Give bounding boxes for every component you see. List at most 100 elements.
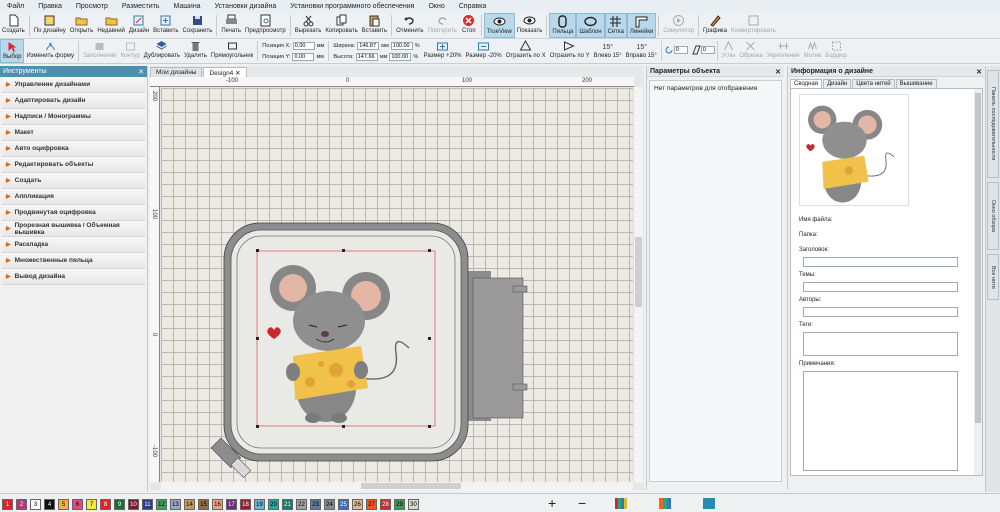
tab-design[interactable]: Дизайн: [823, 79, 852, 88]
tab-summary[interactable]: Сводная: [790, 79, 823, 88]
rectangle-button[interactable]: Прямоугольник: [209, 39, 255, 63]
thread-color-swatch[interactable]: 20: [268, 499, 279, 510]
thread-chart-icon[interactable]: [615, 498, 627, 509]
menu-item[interactable]: Правка: [31, 3, 69, 10]
topics-field[interactable]: [803, 282, 958, 292]
thread-color-swatch[interactable]: 23: [310, 499, 321, 510]
tab-thread-colors[interactable]: Цвета нитей: [852, 79, 895, 88]
simulator-button[interactable]: Симулятор: [661, 13, 696, 38]
scale-h-input[interactable]: [389, 53, 412, 61]
menu-item[interactable]: Установки дизайна: [208, 3, 284, 10]
rotation-input[interactable]: [673, 46, 688, 54]
grid-button[interactable]: Сетка: [604, 13, 627, 38]
mirror-y-button[interactable]: Отразить по Y: [548, 39, 592, 63]
reshape-button[interactable]: Изменить форму: [24, 39, 76, 63]
tab-sequence-panel[interactable]: Панель последовательности: [987, 70, 999, 178]
thread-color-swatch[interactable]: 5: [58, 499, 69, 510]
rotate-left-button[interactable]: 15° Влево 15°: [592, 39, 624, 63]
design-grid[interactable]: [161, 88, 633, 483]
thread-color-swatch[interactable]: 25: [338, 499, 349, 510]
size-down-button[interactable]: Размер -20%: [463, 39, 503, 63]
thread-spool-icon[interactable]: [703, 498, 715, 509]
tools-category-item[interactable]: ▶ Множественные пяльца: [2, 253, 145, 269]
minus-icon[interactable]: −: [578, 495, 586, 511]
height-input[interactable]: [355, 53, 378, 61]
tools-category-item[interactable]: ▶ Адаптировать дизайн: [2, 93, 145, 109]
tools-category-item[interactable]: ▶ Макет: [2, 125, 145, 141]
redo-button[interactable]: Повторить: [426, 13, 459, 38]
tools-category-item[interactable]: ▶ Раскладка: [2, 237, 145, 253]
thread-color-swatch[interactable]: 17: [226, 499, 237, 510]
width-input[interactable]: [357, 42, 380, 50]
menu-item[interactable]: Машина: [166, 3, 207, 10]
menu-item[interactable]: Окно: [421, 3, 451, 10]
title-field[interactable]: [803, 257, 958, 267]
new-file-button[interactable]: Создать: [0, 13, 27, 38]
delete-button[interactable]: Удалить: [182, 39, 209, 63]
tools-category-item[interactable]: ▶ Управление дизайнами: [2, 77, 145, 93]
tab-embroidery[interactable]: Вышивание: [895, 79, 937, 88]
tools-category-item[interactable]: ▶ Вывод дизайна: [2, 269, 145, 285]
size-up-button[interactable]: Размер +20%: [422, 39, 464, 63]
thread-color-swatch[interactable]: 19: [254, 499, 265, 510]
thread-color-swatch[interactable]: 16: [212, 499, 223, 510]
pos-y-input[interactable]: [292, 53, 315, 61]
tools-category-item[interactable]: ▶ Редактировать объекты: [2, 157, 145, 173]
print-button[interactable]: Печать: [219, 13, 243, 38]
scroll-thumb[interactable]: [361, 483, 461, 489]
cut-button[interactable]: Вырезать: [293, 13, 324, 38]
reinforce-button[interactable]: Укрепление: [765, 39, 802, 63]
save-button[interactable]: Сохранить: [181, 13, 215, 38]
thread-color-swatch[interactable]: 2: [16, 499, 27, 510]
convert-button[interactable]: Конвертировать: [729, 13, 778, 38]
thread-color-swatch[interactable]: 15: [198, 499, 209, 510]
info-scrollbar[interactable]: [974, 89, 982, 475]
menu-item[interactable]: Просмотр: [69, 3, 115, 10]
outline-button[interactable]: Контур: [119, 39, 142, 63]
tools-category-item[interactable]: ▶ Продвинутая оцифровка: [2, 205, 145, 221]
slant-input[interactable]: [700, 46, 715, 54]
menu-item[interactable]: Справка: [452, 3, 493, 10]
scroll-thumb[interactable]: [635, 237, 642, 307]
rotate-right-button[interactable]: 15° Вправо 15°: [624, 39, 659, 63]
tags-field[interactable]: [803, 332, 958, 356]
recent-folder-button[interactable]: Недавний: [95, 13, 127, 38]
design-button[interactable]: Дизайн: [127, 13, 151, 38]
select-tool-button[interactable]: Выбор: [0, 39, 25, 63]
pos-x-input[interactable]: [292, 42, 315, 50]
tab-design4[interactable]: Design4 ✕: [203, 67, 247, 77]
plus-icon[interactable]: +: [548, 495, 556, 511]
stop-button[interactable]: Стоп: [459, 13, 479, 38]
copy-button[interactable]: Копировать: [323, 13, 359, 38]
thread-color-swatch[interactable]: 28: [380, 499, 391, 510]
template-hoop-button[interactable]: Шаблон: [576, 13, 605, 38]
rulers-button[interactable]: Линейки: [626, 13, 657, 38]
thread-color-swatch[interactable]: 9: [114, 499, 125, 510]
tools-category-item[interactable]: ▶ Прорезная вышивка / Объемная вышивка: [2, 221, 145, 237]
menu-item[interactable]: Файл: [0, 3, 31, 10]
scale-w-input[interactable]: [390, 42, 413, 50]
template-button[interactable]: По дизайну: [32, 13, 68, 38]
paste-button[interactable]: Вставить: [360, 13, 389, 38]
thread-color-swatch[interactable]: 12: [156, 499, 167, 510]
duplicate-button[interactable]: Дублировать: [142, 39, 182, 63]
motif-button[interactable]: Мотив: [802, 39, 824, 63]
tab-all-threads[interactable]: Все нити: [987, 254, 999, 300]
close-icon[interactable]: ✕: [775, 68, 781, 76]
thread-color-swatch[interactable]: 26: [352, 499, 363, 510]
mirror-x-button[interactable]: Отразить по X: [504, 39, 548, 63]
menu-item[interactable]: Разместить: [115, 3, 167, 10]
thread-color-swatch[interactable]: 1: [2, 499, 13, 510]
border-button[interactable]: Бордюр: [823, 39, 849, 63]
thread-color-swatch[interactable]: 27: [366, 499, 377, 510]
tools-category-item[interactable]: ▶ Создать: [2, 173, 145, 189]
trueview-eye-button[interactable]: TrueView: [483, 13, 515, 38]
thread-color-swatch[interactable]: 10: [128, 499, 139, 510]
thread-color-swatch[interactable]: 24: [324, 499, 335, 510]
thread-color-swatch[interactable]: 22: [296, 499, 307, 510]
insert-button[interactable]: Вставить: [151, 13, 180, 38]
tab-my-designs[interactable]: Мои дизайны: [150, 67, 203, 77]
thread-color-swatch[interactable]: 30: [408, 499, 419, 510]
open-folder-button[interactable]: Открыть: [68, 13, 96, 38]
tools-category-item[interactable]: ▶ Надписи / Монограммы: [2, 109, 145, 125]
